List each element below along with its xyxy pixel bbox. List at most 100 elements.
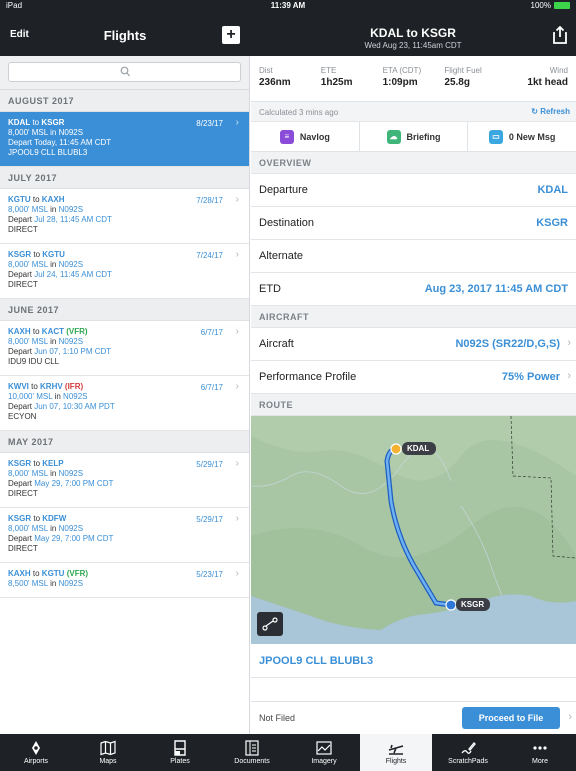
departure-row[interactable]: Departure KDAL (251, 174, 576, 207)
flight-destination: KGTU (41, 569, 65, 578)
section-header: JULY 2017 (0, 167, 249, 189)
flight-rule-badge: (VFR) (66, 327, 88, 336)
tab-imagery[interactable]: Imagery (288, 734, 360, 771)
tab-more[interactable]: More (504, 734, 576, 771)
flight-stats: Dist 236nm ETE 1h25m ETA (CDT) 1:09pm Fligh… (251, 56, 576, 102)
origin-marker-label: KDAL (407, 444, 430, 453)
destination-marker-label: KSGR (461, 600, 485, 609)
flight-tail: N092S (58, 524, 84, 533)
flight-origin: KSGR (8, 459, 32, 468)
flight-date: 5/23/17 (196, 570, 223, 579)
search-input[interactable] (8, 62, 241, 82)
tab-flights[interactable]: Flights (360, 734, 432, 771)
flight-origin: KSGR (8, 250, 32, 259)
chevron-right-icon: › (235, 249, 239, 260)
flight-depart: May 29, 7:00 PM CDT (34, 534, 114, 543)
app-root: iPad 11:39 AM 100% Edit Flights + KDAL t… (0, 0, 576, 771)
flight-list-item[interactable]: KWVI to KRHV (IFR) 10,000' MSL in N092S De… (0, 376, 249, 431)
tab-documents[interactable]: Documents (216, 734, 288, 771)
flight-list-item[interactable]: KSGR to KELP 8,000' MSL in N092S Depart Ma… (0, 453, 249, 508)
tab-airports[interactable]: Airports (0, 734, 72, 771)
flight-date: 7/24/17 (196, 251, 223, 260)
chevron-right-icon: › (567, 370, 571, 382)
flight-route: DIRECT (8, 225, 38, 234)
flight-destination: KELP (42, 459, 64, 468)
flight-detail-panel: Dist 236nm ETE 1h25m ETA (CDT) 1:09pm Fligh… (251, 56, 576, 734)
messages-button[interactable]: ▭ 0 New Msg (468, 122, 576, 151)
refresh-button[interactable]: ↻ Refresh (531, 107, 570, 116)
alternate-row[interactable]: Alternate (251, 240, 576, 273)
tab-scratchpads[interactable]: ScratchPads (432, 734, 504, 771)
etd-value: Aug 23, 2017 11:45 AM CDT (424, 283, 568, 295)
flight-origin: KDAL (8, 118, 31, 127)
imagery-icon (316, 741, 332, 755)
flight-destination: KAXH (41, 195, 65, 204)
flight-rule-badge: (IFR) (64, 382, 84, 391)
flight-origin: KGTU (8, 195, 31, 204)
flight-depart: Jul 28, 11:45 AM CDT (34, 215, 112, 224)
flight-destination: KGTU (42, 250, 65, 259)
flight-list-item[interactable]: KAXH to KGTU (VFR) 8,500' MSL in N092S 5/2… (0, 563, 249, 598)
chevron-right-icon: › (235, 568, 239, 579)
flight-subtitle: Wed Aug 23, 11:45am CDT (364, 41, 462, 50)
map-icon (100, 740, 116, 756)
route-map[interactable]: KDAL KSGR (251, 416, 576, 644)
flight-origin: KWVI (8, 382, 29, 391)
flight-route: DIRECT (8, 544, 38, 553)
briefing-button[interactable]: ☁ Briefing (360, 122, 469, 151)
flight-list-item[interactable]: KAXH to KACT (VFR) 8,000' MSL in N092S Dep… (0, 321, 249, 376)
flight-altitude: 10,000' MSL (8, 392, 53, 401)
more-icon (533, 746, 547, 750)
flight-date: 7/28/17 (196, 196, 223, 205)
airport-icon (32, 741, 40, 755)
plates-icon (174, 740, 186, 756)
stat-dist: Dist 236nm (259, 66, 291, 88)
flights-list-panel: AUGUST 2017 KDAL to KSGR 8,000' MSL in N09… (0, 56, 250, 734)
flight-altitude: 8,000' MSL (8, 128, 48, 137)
flight-tail: N092S (58, 205, 84, 214)
flight-depart: May 29, 7:00 PM CDT (34, 479, 114, 488)
flight-sections: AUGUST 2017 KDAL to KSGR 8,000' MSL in N09… (0, 90, 249, 598)
aircraft-row[interactable]: Aircraft N092S (SR22/D,G,S) › (251, 328, 576, 361)
flight-date: 6/7/17 (200, 328, 223, 337)
action-bar: ≡ Navlog ☁ Briefing ▭ 0 New Msg (251, 122, 576, 152)
battery-label: 100% (530, 1, 551, 10)
battery-icon (554, 2, 570, 9)
add-flight-button[interactable]: + (222, 26, 240, 44)
performance-profile-row[interactable]: Performance Profile 75% Power › (251, 361, 576, 394)
flight-date: 5/29/17 (196, 515, 223, 524)
flight-altitude: 8,000' MSL (8, 260, 48, 269)
flight-list-item[interactable]: KDAL to KSGR 8,000' MSL in N092S Depart To… (0, 112, 249, 167)
aircraft-header: AIRCRAFT (251, 306, 576, 328)
stat-ete: ETE 1h25m (320, 66, 353, 88)
pencil-icon (461, 742, 476, 754)
route-string[interactable]: JPOOL9 CLL BLUBL3 (251, 644, 576, 678)
proceed-to-file-button[interactable]: Proceed to File (462, 707, 560, 729)
flight-destination: KSGR (41, 118, 65, 127)
stat-wind: Wind 1kt head (527, 66, 568, 88)
refresh-icon: ↻ (531, 107, 541, 116)
chevron-right-icon: › (235, 458, 239, 469)
flight-tail: N092S (58, 469, 84, 478)
flight-depart: Today, 11:45 AM CDT (34, 138, 112, 147)
chevron-right-icon: › (235, 381, 239, 392)
navlog-button[interactable]: ≡ Navlog (251, 122, 360, 151)
flight-list-item[interactable]: KSGR to KDFW 8,000' MSL in N092S Depart Ma… (0, 508, 249, 563)
destination-row[interactable]: Destination KSGR (251, 207, 576, 240)
flight-rule-badge: (VFR) (66, 569, 89, 578)
flight-tail: N092S (58, 128, 84, 137)
flight-tail: N092S (58, 579, 84, 588)
flight-list-item[interactable]: KSGR to KGTU 8,000' MSL in N092S Depart Ju… (0, 244, 249, 299)
tab-plates[interactable]: Plates (144, 734, 216, 771)
destination-value: KSGR (536, 217, 568, 229)
share-icon[interactable] (552, 26, 568, 44)
etd-row[interactable]: ETD Aug 23, 2017 11:45 AM CDT (251, 273, 576, 306)
flight-depart: Jul 24, 11:45 AM CDT (34, 270, 112, 279)
tab-bar: Airports Maps Plates Documents Imagery F… (0, 734, 576, 771)
tab-maps[interactable]: Maps (72, 734, 144, 771)
flight-list-item[interactable]: KGTU to KAXH 8,000' MSL in N092S Depart Ju… (0, 189, 249, 244)
chevron-right-icon: › (235, 513, 239, 524)
section-header: MAY 2017 (0, 431, 249, 453)
message-icon: ▭ (488, 129, 503, 144)
flight-depart: Jun 07, 10:30 AM PDT (34, 402, 115, 411)
